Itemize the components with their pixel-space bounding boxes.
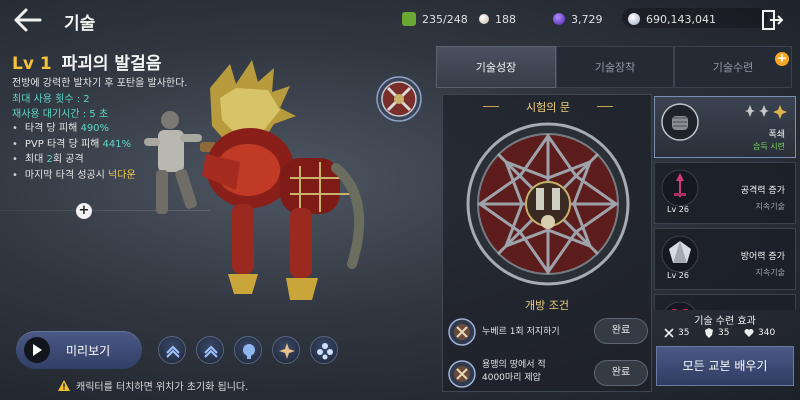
skill-upgrade-icons <box>745 105 787 119</box>
condition-text: 누베르 1회 저지하기 <box>482 327 560 337</box>
skill-slot-5[interactable] <box>310 336 338 364</box>
skill-card-partial[interactable] <box>654 294 796 310</box>
fleur-small-icon <box>759 105 769 117</box>
sword-up-icon <box>661 169 699 207</box>
tab-add-badge[interactable]: + <box>775 52 789 66</box>
pearl-icon <box>479 14 489 24</box>
skill-card-name: 폭쇄 <box>768 130 785 140</box>
resource-energy-value: 235/248 <box>422 12 468 26</box>
skill-card-sub: 습득 시련 <box>753 142 785 151</box>
skill-effect: PVP 타격 당 피해 441% <box>12 137 136 153</box>
crossed-swords-icon <box>664 328 674 338</box>
warning-icon <box>58 380 70 391</box>
character-preview[interactable] <box>140 58 380 318</box>
skill-effect: 마지막 타격 성공시 넉다운 <box>12 168 136 184</box>
preview-button[interactable]: 미리보기 <box>16 331 142 369</box>
training-stat-defense: 35 <box>704 328 729 338</box>
skill-card-level: Lv 26 <box>667 205 689 214</box>
unlock-conditions-title: 개방 조건 <box>525 299 569 312</box>
fist-skill-icon <box>661 103 699 141</box>
fleur-icon <box>317 343 333 360</box>
skill-slot-2[interactable] <box>196 336 224 364</box>
heart-icon <box>744 329 754 337</box>
condition-text: 용맹의 땅에서 적 4000마리 제압 <box>482 360 546 383</box>
skill-card-attack-up[interactable]: Lv 26 공격력 증가 지속기술 <box>654 162 796 224</box>
silver-coin-icon <box>628 13 640 25</box>
skill-slot-4[interactable] <box>272 336 300 364</box>
back-arrow-icon <box>14 8 42 32</box>
skill-card-explosion[interactable]: 폭쇄 습득 시련 <box>654 96 796 158</box>
skill-title: Lv 1 파괴의 발걸음 <box>12 49 161 74</box>
star-burst-icon <box>279 343 295 359</box>
skill-card-name: 공격력 증가 <box>740 186 785 196</box>
training-effect: 기술 수련 효과 35 35 340 <box>654 312 796 342</box>
skill-effect: 타격 당 피해 490% <box>12 121 136 137</box>
monster-figure <box>202 60 365 300</box>
skill-card-level: Lv 26 <box>667 271 689 280</box>
crest-gold-icon <box>773 105 787 119</box>
play-icon <box>24 337 50 363</box>
skill-effect: 최대 2회 공격 <box>12 152 136 168</box>
skill-emblem-icon <box>376 76 422 122</box>
learn-all-books-button[interactable]: 모든 교본 배우기 <box>656 346 794 386</box>
exit-button[interactable] <box>760 8 784 32</box>
training-stat-value: 35 <box>718 328 730 338</box>
resource-crystal-value: 3,729 <box>571 12 603 26</box>
tab-skill-equip[interactable]: 기술장착 <box>556 46 674 88</box>
skill-card-sub: 지속기술 <box>755 202 785 211</box>
trial-gate-icon[interactable] <box>466 122 630 286</box>
condition-emblem-icon <box>448 318 476 346</box>
purple-orb-icon <box>553 13 565 25</box>
top-bar: 기술 235/248 188 3,729 690,143,041 <box>0 0 800 40</box>
reset-notice-text: 캐릭터를 터치하면 위치가 초기화 됩니다. <box>76 382 249 393</box>
condition-complete-button[interactable]: 완료 <box>594 318 648 344</box>
resource-silver-value: 690,143,041 <box>646 12 716 26</box>
condition-row: 용맹의 땅에서 적 4000마리 제압 완료 <box>446 358 648 392</box>
preview-label: 미리보기 <box>66 343 111 358</box>
training-stat-health: 340 <box>744 328 775 338</box>
skill-card-sub: 지속기술 <box>755 268 785 277</box>
chevron-up-icon <box>204 345 218 358</box>
heart-skill-icon <box>664 301 696 310</box>
training-stat-value: 340 <box>758 328 776 338</box>
resource-pearl: 188 <box>479 10 516 28</box>
tab-skill-growth[interactable]: 기술성장 <box>436 46 556 88</box>
trial-title: 시험의 문 <box>483 99 613 115</box>
exit-door-icon <box>762 10 784 30</box>
resource-energy: 235/248 <box>402 10 468 28</box>
skill-max-uses: 최대 사용 횟수 : 2 <box>12 94 90 105</box>
resource-crystal: 3,729 <box>553 10 603 28</box>
resource-silver: 690,143,041 <box>628 10 716 28</box>
skill-list: 폭쇄 습득 시련 Lv 26 공격력 증가 지속기술 Lv 26 방어력 증가 … <box>654 94 796 310</box>
condition-emblem-icon <box>448 360 476 388</box>
skill-card-name: 방어력 증가 <box>740 252 785 262</box>
reset-notice: 캐릭터를 터치하면 위치가 초기화 됩니다. <box>58 378 248 393</box>
resource-pearl-value: 188 <box>495 12 516 26</box>
skill-effect-list: 타격 당 피해 490% PVP 타격 당 피해 441% 최대 2회 공격 마… <box>12 121 136 183</box>
back-button[interactable] <box>12 6 44 34</box>
green-gem-icon <box>402 12 416 26</box>
tab-skill-training[interactable]: 기술수련 <box>674 46 792 88</box>
skill-slot-1[interactable] <box>158 336 186 364</box>
page-title: 기술 <box>64 14 96 34</box>
training-stat-value: 35 <box>678 328 690 338</box>
tab-bar: 기술성장 기술장착 기술수련 <box>436 46 792 88</box>
condition-row: 누베르 1회 저지하기 완료 <box>446 316 648 350</box>
training-stat-attack: 35 <box>664 328 689 338</box>
fleur-small-icon <box>745 105 755 117</box>
shield-icon <box>705 328 713 338</box>
skill-slot-3[interactable] <box>234 336 262 364</box>
add-position-button[interactable]: + <box>76 203 92 219</box>
shield-up-icon <box>661 235 699 273</box>
skill-level: Lv 1 <box>12 54 52 74</box>
training-effect-title: 기술 수련 효과 <box>694 316 756 327</box>
orb-skill-icon <box>243 344 255 359</box>
condition-complete-button[interactable]: 완료 <box>594 360 648 386</box>
chevron-up-icon <box>166 345 180 358</box>
skill-cooldown: 재사용 대기시간 : 5 초 <box>12 109 109 120</box>
skill-card-defense-up[interactable]: Lv 26 방어력 증가 지속기술 <box>654 228 796 290</box>
